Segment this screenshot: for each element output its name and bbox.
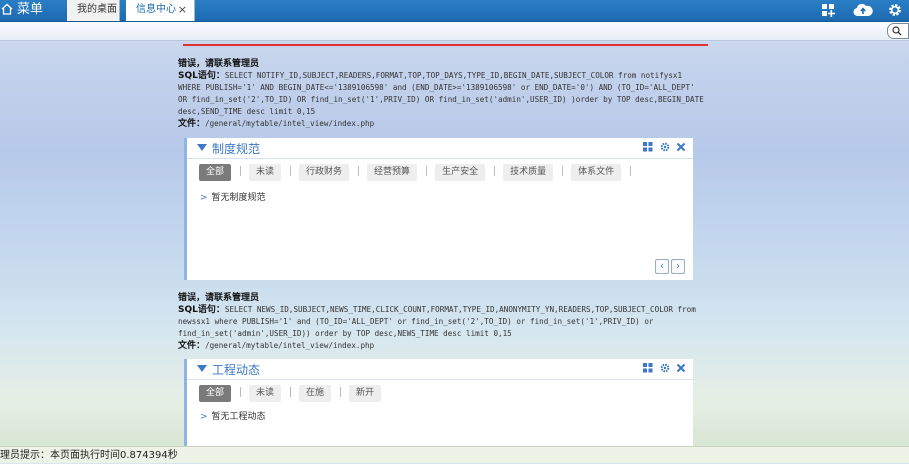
filter-system-docs[interactable]: 体系文件 [571, 164, 622, 181]
close-icon[interactable] [676, 142, 686, 152]
status-bar: 理员提示：本页面执行时间0.874394秒 [0, 446, 909, 463]
portlet-title: 工程动态 [212, 363, 261, 377]
portlet-tools [640, 363, 686, 375]
error-block: 错误，请联系管理员 SQL语句：SELECT NEWS_ID,SUBJECT,N… [178, 292, 708, 352]
cloud-upload-icon[interactable] [853, 2, 873, 18]
filter-unread[interactable]: 未读 [249, 385, 282, 402]
file-text: /general/mytable/intel_view/index.php [205, 119, 375, 128]
filter-all[interactable]: 全部 [199, 385, 232, 402]
filter-safety[interactable]: 生产安全 [435, 164, 486, 181]
grid-add-icon[interactable] [821, 2, 837, 18]
empty-text: 暂无制度规范 [211, 193, 266, 203]
next-page-button[interactable]: › [671, 259, 685, 274]
portlet-header: 工程动态 [187, 359, 693, 380]
filter-tabs: 全部未读行政财务经营预算生产安全技术质量体系文件其 [199, 164, 639, 181]
sql-text: SELECT NOTIFY_ID,SUBJECT,READERS,FORMAT,… [178, 71, 704, 116]
tab-my-desktop[interactable]: 我的桌面 [67, 0, 120, 21]
top-bar: 菜单 我的桌面 信息中心 × [0, 0, 909, 22]
status-text: 理员提示：本页面执行时间0.874394秒 [0, 450, 178, 461]
error-title: 错误，请联系管理员 [178, 59, 260, 69]
empty-message: > 暂无工程动态 [200, 409, 266, 422]
portlet-tools [640, 142, 686, 154]
filter-all[interactable]: 全部 [199, 164, 232, 181]
search-icon [892, 26, 902, 36]
sql-statement: SQL语句：SELECT NOTIFY_ID,SUBJECT,READERS,F… [178, 70, 708, 118]
chevron-right-icon: > [200, 193, 208, 203]
tab-label: 信息中心 [136, 4, 176, 15]
collapse-icon[interactable] [197, 144, 207, 151]
filter-tabs: 全部 未读 在施 新开 [199, 385, 639, 402]
pager: ‹ › [653, 259, 685, 274]
separator [240, 166, 242, 176]
tab-label: 我的桌面 [77, 4, 117, 15]
sql-label: SQL语句： [178, 305, 225, 315]
settings-icon[interactable] [660, 142, 670, 152]
empty-message: > 暂无制度规范 [200, 190, 266, 203]
close-icon[interactable]: × [178, 0, 187, 19]
file-label: 文件： [178, 341, 206, 351]
file-label: 文件： [178, 119, 206, 129]
separator [290, 387, 292, 397]
file-path: 文件：/general/mytable/intel_view/index.php [178, 340, 708, 352]
gear-icon[interactable] [887, 2, 903, 18]
separator [494, 166, 496, 176]
close-icon[interactable] [676, 363, 686, 373]
error-block: 错误，请联系管理员 SQL语句：SELECT NOTIFY_ID,SUBJECT… [178, 58, 708, 130]
file-path: 文件：/general/mytable/intel_view/index.php [178, 118, 708, 130]
search-button[interactable] [887, 23, 909, 39]
filter-admin-finance[interactable]: 行政财务 [299, 164, 350, 181]
portlet-project-news: 工程动态 全部 未读 在施 新开 > 暂无工程动态 [184, 359, 693, 446]
portlet-header: 制度规范 [187, 138, 693, 159]
separator [358, 166, 360, 176]
separator [240, 387, 242, 397]
menu-button[interactable]: 菜单 [0, 0, 62, 21]
settings-icon[interactable] [660, 363, 670, 373]
error-title: 错误，请联系管理员 [178, 293, 260, 303]
filter-new[interactable]: 新开 [349, 385, 382, 402]
sql-text: SELECT NEWS_ID,SUBJECT,NEWS_TIME,CLICK_C… [178, 305, 696, 338]
toolbar-row [0, 22, 909, 41]
portlet-regulations: 制度规范 全部未读行政财务经营预算生产安全技术质量体系文件其 >暂无制度规范 ‹… [184, 138, 693, 280]
separator [290, 166, 292, 176]
sql-statement: SQL语句：SELECT NEWS_ID,SUBJECT,NEWS_TIME,C… [178, 304, 708, 340]
separator [340, 387, 342, 397]
chevron-right-icon: > [200, 412, 208, 422]
grid-icon[interactable] [643, 142, 653, 152]
separator [426, 166, 428, 176]
filter-budget[interactable]: 经营预算 [367, 164, 418, 181]
tab-info-center[interactable]: 信息中心 × [126, 0, 195, 21]
divider [183, 44, 708, 46]
prev-page-button[interactable]: ‹ [655, 259, 669, 274]
grid-icon[interactable] [643, 363, 653, 373]
portlet-title: 制度规范 [212, 142, 261, 156]
separator [630, 166, 632, 176]
sql-label: SQL语句： [178, 71, 225, 81]
filter-unread[interactable]: 未读 [249, 164, 282, 181]
empty-text: 暂无工程动态 [211, 412, 266, 422]
filter-in-progress[interactable]: 在施 [299, 385, 332, 402]
file-text: /general/mytable/intel_view/index.php [205, 341, 375, 350]
collapse-icon[interactable] [197, 365, 207, 372]
separator [562, 166, 564, 176]
home-icon [1, 3, 13, 15]
filter-quality[interactable]: 技术质量 [503, 164, 554, 181]
menu-label: 菜单 [17, 2, 44, 17]
